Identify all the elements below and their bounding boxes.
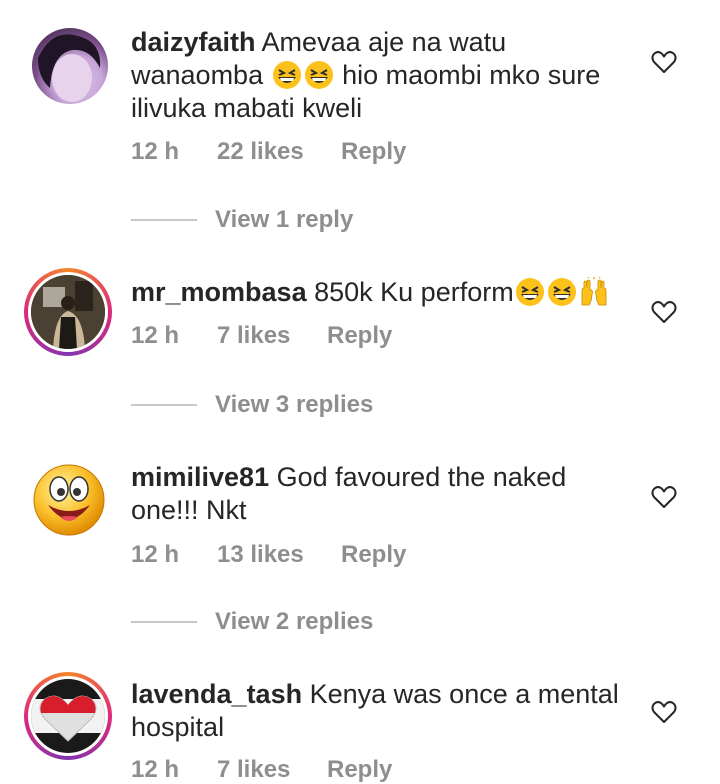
grinning-squinting-face-icon	[515, 278, 544, 306]
heart-icon[interactable]	[651, 485, 677, 509]
divider-line	[131, 621, 197, 623]
comment-username[interactable]: daizyfaith	[131, 27, 256, 57]
comment-time: 12 h	[131, 756, 180, 783]
heart-flag-avatar-icon	[31, 679, 105, 753]
comment-meta: 12 h 7 likes Reply	[131, 756, 392, 784]
avatar[interactable]	[24, 268, 112, 356]
avatar[interactable]	[32, 28, 108, 104]
divider-line	[131, 404, 197, 406]
comment-likes[interactable]: 7 likes	[217, 756, 327, 784]
comment-likes[interactable]: 7 likes	[217, 322, 327, 350]
raising-hands-icon	[581, 277, 607, 306]
comment-username[interactable]: mr_mombasa	[131, 277, 307, 307]
view-replies-button[interactable]: View 2 replies	[131, 608, 373, 636]
comment-time: 12 h	[131, 138, 180, 165]
comment-item: lavenda_tash Kenya was once a mental hos…	[0, 668, 720, 784]
grinning-squinting-face-icon	[304, 61, 333, 89]
avatar[interactable]	[32, 463, 106, 537]
comment-likes[interactable]: 13 likes	[217, 541, 341, 569]
comment-likes[interactable]: 22 likes	[217, 138, 341, 166]
divider-line	[131, 219, 197, 221]
avatar[interactable]	[24, 672, 112, 760]
comment-item: mimilive81 God favoured the naked one!!!…	[0, 455, 720, 645]
heart-icon[interactable]	[651, 50, 677, 74]
comment-username[interactable]: lavenda_tash	[131, 679, 302, 709]
comment-username[interactable]: mimilive81	[131, 462, 269, 492]
comment-item: daizyfaith Amevaa aje na watu wanaomba h…	[0, 0, 720, 250]
heart-icon[interactable]	[651, 300, 677, 324]
grinning-squinting-face-icon	[547, 278, 576, 306]
reply-button[interactable]: Reply	[327, 756, 392, 784]
comment-time: 12 h	[131, 322, 180, 349]
view-replies-button[interactable]: View 1 reply	[131, 206, 353, 234]
grinning-squinting-face-icon	[272, 61, 301, 89]
comment-item: mr_mombasa 850k Ku perform 12 h 7 likes …	[0, 260, 720, 440]
comment-time: 12 h	[131, 541, 180, 568]
view-replies-button[interactable]: View 3 replies	[131, 391, 373, 419]
view-replies-label[interactable]: View 1 reply	[215, 206, 353, 234]
comment-text: mr_mombasa 850k Ku perform	[131, 276, 651, 309]
comment-text: daizyfaith Amevaa aje na watu wanaomba h…	[131, 26, 641, 125]
comment-text: mimilive81 God favoured the naked one!!!…	[131, 461, 641, 527]
view-replies-label[interactable]: View 3 replies	[215, 391, 373, 419]
comment-meta: 12 h 22 likes Reply	[131, 138, 406, 166]
reply-button[interactable]: Reply	[327, 322, 392, 350]
reply-button[interactable]: Reply	[341, 138, 406, 166]
comment-body: 850k Ku perform	[314, 277, 514, 307]
view-replies-label[interactable]: View 2 replies	[215, 608, 373, 636]
comment-meta: 12 h 13 likes Reply	[131, 541, 406, 569]
heart-icon[interactable]	[651, 700, 677, 724]
winking-face-avatar-icon	[33, 464, 105, 536]
comment-text: lavenda_tash Kenya was once a mental hos…	[131, 678, 641, 744]
reply-button[interactable]: Reply	[341, 541, 406, 569]
comment-meta: 12 h 7 likes Reply	[131, 322, 392, 350]
